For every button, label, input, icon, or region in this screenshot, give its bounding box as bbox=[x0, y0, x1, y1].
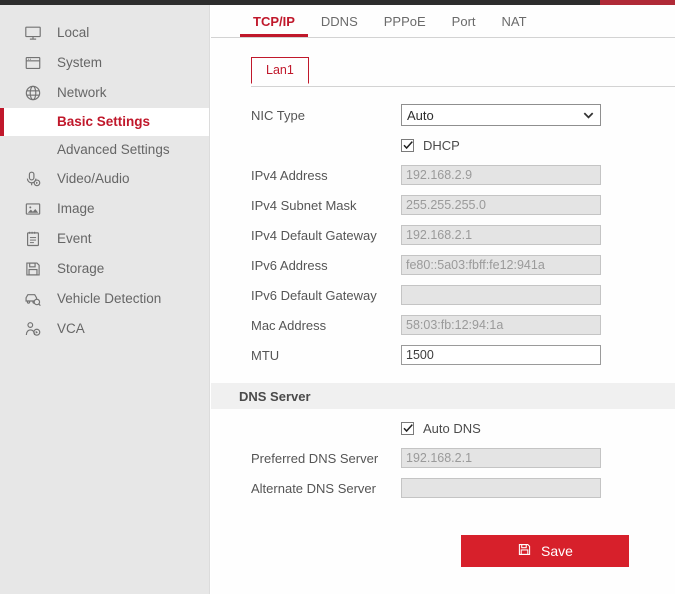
subtab-bar: Lan1 bbox=[211, 57, 675, 87]
app-body: Local System Network Basic Settings Adva… bbox=[0, 5, 675, 594]
ipv4-address-label: IPv4 Address bbox=[251, 167, 328, 183]
monitor-icon bbox=[22, 22, 44, 44]
content-area: TCP/IP DDNS PPPoE Port NAT Lan1 NIC Type… bbox=[211, 5, 675, 594]
sidebar-item-label: Network bbox=[57, 85, 107, 101]
sidebar-item-label: Local bbox=[57, 25, 90, 41]
tab-ddns[interactable]: DDNS bbox=[308, 5, 371, 37]
mac-address-input[interactable]: 58:03:fb:12:94:1a bbox=[401, 315, 601, 335]
form-row-auto-dns: Auto DNS bbox=[211, 413, 675, 443]
microphone-icon bbox=[22, 168, 44, 190]
tcpip-form: NIC Type Auto DHCP IPv4 Address 192.168.… bbox=[211, 87, 675, 567]
ipv6-default-gateway-label: IPv6 Default Gateway bbox=[251, 287, 377, 303]
ipv4-default-gateway-label: IPv4 Default Gateway bbox=[251, 227, 377, 243]
form-row-nic-type: NIC Type Auto bbox=[211, 100, 675, 130]
sidebar-item-video-audio[interactable]: Video/Audio bbox=[0, 164, 209, 194]
sidebar-item-vca[interactable]: VCA bbox=[0, 314, 209, 344]
ipv4-subnet-mask-input[interactable]: 255.255.255.0 bbox=[401, 195, 601, 215]
mtu-input[interactable]: 1500 bbox=[401, 345, 601, 365]
ipv4-address-input[interactable]: 192.168.2.9 bbox=[401, 165, 601, 185]
nic-type-select[interactable]: Auto bbox=[401, 104, 601, 126]
alternate-dns-label: Alternate DNS Server bbox=[251, 480, 376, 496]
tab-label: Port bbox=[451, 14, 476, 29]
dns-section-header: DNS Server bbox=[211, 383, 675, 409]
subtab-label: Lan1 bbox=[266, 63, 294, 77]
subtab-lan1[interactable]: Lan1 bbox=[251, 57, 309, 84]
sidebar-item-local[interactable]: Local bbox=[0, 18, 209, 48]
tab-nat[interactable]: NAT bbox=[489, 5, 540, 37]
form-row-mac-address: Mac Address 58:03:fb:12:94:1a bbox=[211, 310, 675, 340]
tab-label: DDNS bbox=[320, 14, 358, 29]
sidebar-item-label: Video/Audio bbox=[57, 171, 130, 187]
floppy-disk-icon bbox=[22, 258, 44, 280]
car-search-icon bbox=[22, 288, 44, 310]
sidebar-item-label: Image bbox=[57, 201, 95, 217]
form-row-ipv4-default-gateway: IPv4 Default Gateway 192.168.2.1 bbox=[211, 220, 675, 250]
sidebar: Local System Network Basic Settings Adva… bbox=[0, 5, 210, 594]
sidebar-item-label: VCA bbox=[57, 321, 85, 337]
form-row-ipv4-address: IPv4 Address 192.168.2.9 bbox=[211, 160, 675, 190]
tab-label: NAT bbox=[501, 14, 527, 29]
clipboard-icon bbox=[22, 228, 44, 250]
sidebar-item-event[interactable]: Event bbox=[0, 224, 209, 254]
person-detect-icon bbox=[22, 318, 44, 340]
tab-bar: TCP/IP DDNS PPPoE Port NAT bbox=[211, 5, 675, 38]
globe-icon bbox=[22, 82, 44, 104]
nic-type-label: NIC Type bbox=[251, 107, 305, 123]
mac-address-label: Mac Address bbox=[251, 317, 327, 333]
sidebar-item-label: Storage bbox=[57, 261, 105, 277]
form-row-alternate-dns: Alternate DNS Server bbox=[211, 473, 675, 503]
form-row-ipv6-default-gateway: IPv6 Default Gateway bbox=[211, 280, 675, 310]
save-button-label: Save bbox=[541, 543, 573, 559]
auto-dns-checkbox[interactable] bbox=[401, 421, 414, 435]
floppy-disk-icon bbox=[517, 542, 532, 560]
sidebar-item-vehicle-detection[interactable]: Vehicle Detection bbox=[0, 284, 209, 314]
dhcp-label[interactable]: DHCP bbox=[423, 138, 460, 153]
form-row-preferred-dns: Preferred DNS Server 192.168.2.1 bbox=[211, 443, 675, 473]
mtu-label: MTU bbox=[251, 347, 280, 363]
ipv6-address-input[interactable]: fe80::5a03:fbff:fe12:941a bbox=[401, 255, 601, 275]
form-row-ipv6-address: IPv6 Address fe80::5a03:fbff:fe12:941a bbox=[211, 250, 675, 280]
tab-port[interactable]: Port bbox=[439, 5, 489, 37]
sidebar-item-network[interactable]: Network bbox=[0, 78, 209, 108]
sidebar-item-label: Advanced Settings bbox=[57, 142, 170, 158]
sidebar-item-label: Basic Settings bbox=[57, 114, 151, 130]
ipv6-address-label: IPv6 Address bbox=[251, 257, 328, 273]
window-icon bbox=[22, 52, 44, 74]
sidebar-item-image[interactable]: Image bbox=[0, 194, 209, 224]
form-row-ipv4-subnet-mask: IPv4 Subnet Mask 255.255.255.0 bbox=[211, 190, 675, 220]
form-row-mtu: MTU 1500 bbox=[211, 340, 675, 370]
nic-type-value: Auto bbox=[407, 107, 434, 123]
form-row-dhcp: DHCP bbox=[211, 130, 675, 160]
save-button[interactable]: Save bbox=[461, 535, 629, 567]
sidebar-item-label: Event bbox=[57, 231, 92, 247]
sidebar-item-system[interactable]: System bbox=[0, 48, 209, 78]
save-button-container: Save bbox=[211, 535, 675, 567]
ipv6-default-gateway-input[interactable] bbox=[401, 285, 601, 305]
sidebar-item-basic-settings[interactable]: Basic Settings bbox=[0, 108, 209, 136]
preferred-dns-input[interactable]: 192.168.2.1 bbox=[401, 448, 601, 468]
sidebar-item-label: Vehicle Detection bbox=[57, 291, 162, 307]
auto-dns-label[interactable]: Auto DNS bbox=[423, 421, 481, 436]
alternate-dns-input[interactable] bbox=[401, 478, 601, 498]
tab-label: PPPoE bbox=[383, 14, 426, 29]
tab-tcpip[interactable]: TCP/IP bbox=[240, 5, 308, 37]
picture-icon bbox=[22, 198, 44, 220]
sidebar-item-storage[interactable]: Storage bbox=[0, 254, 209, 284]
sidebar-item-label: System bbox=[57, 55, 103, 71]
preferred-dns-label: Preferred DNS Server bbox=[251, 450, 379, 466]
ipv4-default-gateway-input[interactable]: 192.168.2.1 bbox=[401, 225, 601, 245]
chevron-down-icon bbox=[582, 109, 595, 122]
tab-pppoe[interactable]: PPPoE bbox=[371, 5, 439, 37]
sidebar-item-advanced-settings[interactable]: Advanced Settings bbox=[0, 136, 209, 164]
tab-label: TCP/IP bbox=[253, 14, 295, 29]
ipv4-subnet-mask-label: IPv4 Subnet Mask bbox=[251, 197, 357, 213]
dhcp-checkbox[interactable] bbox=[401, 138, 414, 152]
